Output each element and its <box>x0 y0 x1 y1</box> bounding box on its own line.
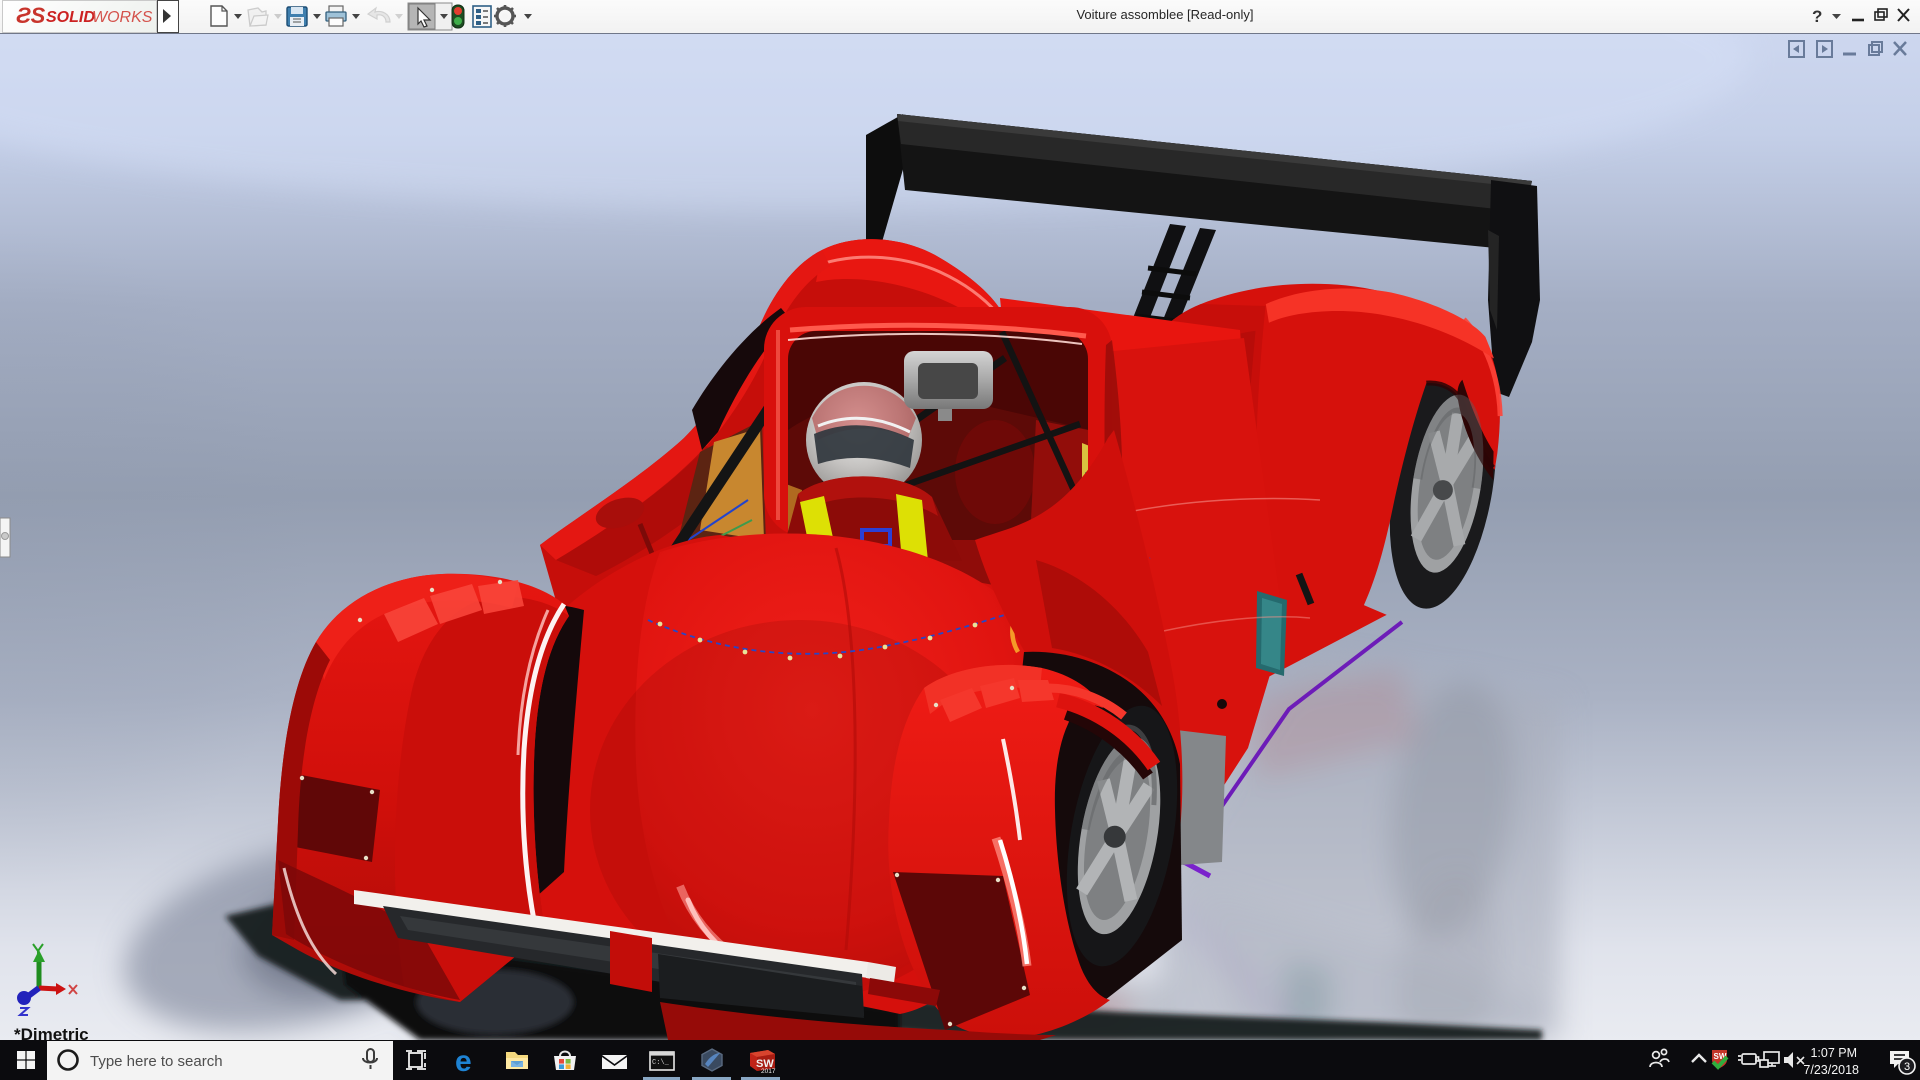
svg-text:ƧS: ƧS <box>16 3 46 28</box>
svg-text:e: e <box>455 1045 472 1078</box>
svg-text:Type here to search: Type here to search <box>90 1053 223 1070</box>
svg-text:?: ? <box>1812 7 1822 26</box>
svg-text:2017: 2017 <box>761 1068 776 1075</box>
svg-text:SOLID: SOLID <box>46 9 95 26</box>
svg-text:3: 3 <box>1904 1061 1910 1073</box>
svg-text:1:07 PM: 1:07 PM <box>1810 1046 1857 1060</box>
svg-text:C:\_: C:\_ <box>652 1059 670 1067</box>
svg-text:WORKS: WORKS <box>92 9 153 26</box>
svg-text:*Dimetric: *Dimetric <box>14 1025 89 1040</box>
svg-text:7/23/2018: 7/23/2018 <box>1803 1063 1859 1077</box>
